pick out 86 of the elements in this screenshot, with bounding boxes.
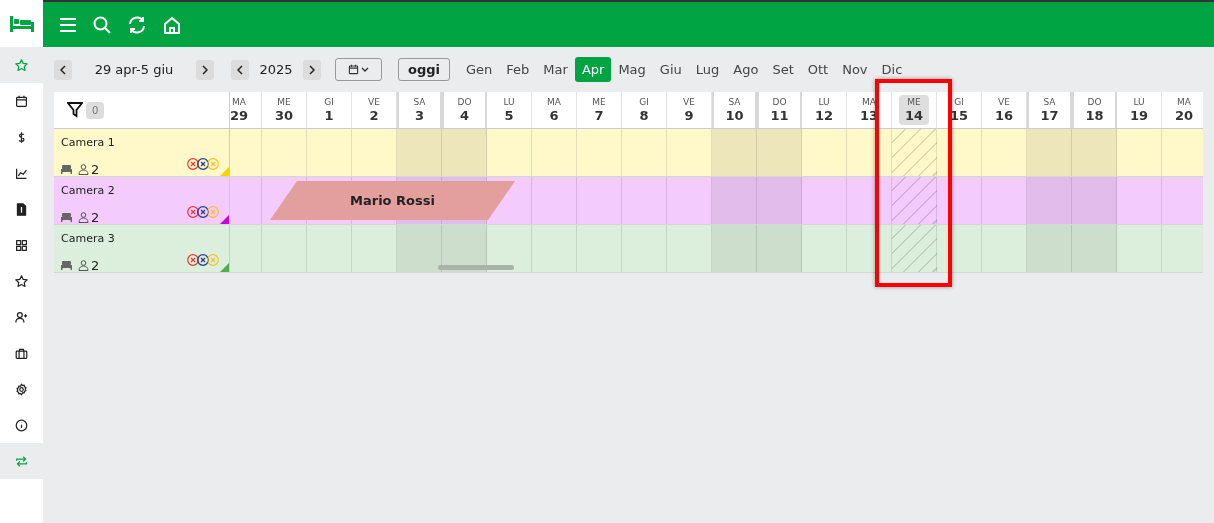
month-tab[interactable]: Ago [726,57,766,82]
day-header[interactable]: VE 9 [683,95,695,125]
chevron-right-icon [309,64,315,75]
today-button[interactable]: oggi [398,58,450,81]
calendar-icon [15,94,28,108]
month-tab[interactable]: Dic [874,57,910,82]
guest-count: 2 [78,159,100,179]
suitcase-icon [15,346,28,360]
bed-icon [61,212,72,222]
room-name: Camera 1 [61,135,116,151]
day-header[interactable]: VE 16 [994,95,1014,125]
chevron-left-icon [237,64,243,75]
cancel-status-icon [187,158,199,170]
day-header[interactable]: GI 8 [639,95,649,125]
refresh-icon[interactable] [127,15,147,34]
month-tab[interactable]: Mag [611,57,653,82]
month-tab[interactable]: Ott [800,57,836,82]
day-header[interactable]: SA 10 [725,95,744,125]
chart-icon [15,166,28,180]
cancel-status-icon [207,158,219,170]
day-header[interactable]: LU 19 [1129,95,1149,125]
person-icon [78,259,89,271]
day-header[interactable]: SA 3 [413,95,426,125]
guest-count: 2 [78,255,100,275]
info-icon [15,418,28,432]
month-tab[interactable]: Giu [652,57,689,82]
room-name: Camera 2 [61,183,116,199]
month-tab[interactable]: Set [765,57,801,82]
day-header[interactable]: MA 20 [1174,95,1194,125]
day-header[interactable]: MA 29 [230,95,249,125]
guest-count: 2 [78,207,100,227]
day-header[interactable]: ME 7 [592,95,606,125]
bed-logo-icon [9,15,34,32]
repeat-icon [15,454,28,468]
home-icon[interactable] [163,15,181,34]
day-header[interactable]: DO 4 [457,95,472,125]
calendar-icon [348,64,359,75]
person-icon [78,211,89,223]
filter-count: 0 [86,101,105,119]
grid-icon [15,238,28,252]
year-label: 2025 [258,60,294,79]
day-header[interactable]: DO 18 [1085,95,1104,125]
day-header[interactable]: LU 5 [503,95,515,125]
cancel-status-icon [197,254,209,266]
invoice-icon [15,202,28,216]
day-header[interactable]: ME 14 [898,95,930,125]
next-button[interactable] [303,59,321,80]
cancel-status-icon [197,158,209,170]
next-button[interactable] [196,59,214,80]
user-plus-icon [15,310,28,324]
person-icon [78,163,89,175]
cancel-status-icon [187,254,199,266]
cancel-status-icon [207,206,219,218]
month-tab[interactable]: Lug [688,57,727,82]
star-icon [15,58,28,72]
day-header[interactable]: GI 1 [324,95,334,125]
month-tab[interactable]: Mar [536,57,575,82]
search-icon[interactable] [93,15,111,34]
star-icon [15,274,28,288]
day-header[interactable]: LU 12 [814,95,834,125]
previous-button[interactable] [54,59,72,80]
chevron-left-icon [60,64,66,75]
day-header[interactable]: SA 17 [1040,95,1059,125]
calendar-dropdown[interactable] [335,58,382,81]
month-tab[interactable]: Gen [459,57,500,82]
cancel-status-icon [207,254,219,266]
filter-icon[interactable] [67,102,83,118]
scrollbar-thumb[interactable] [438,265,514,270]
chevron-right-icon [202,64,208,75]
month-tab[interactable]: Nov [835,57,875,82]
day-header[interactable]: ME 30 [274,95,294,125]
day-header[interactable]: GI 15 [949,95,969,125]
day-header[interactable]: MA 6 [547,95,561,125]
previous-button[interactable] [231,59,249,80]
cancel-status-icon [197,206,209,218]
bed-icon [61,260,72,270]
day-header[interactable]: DO 11 [770,95,789,125]
room-name: Camera 3 [61,231,116,247]
settings-icon [15,382,28,396]
date-range-label: 29 apr-5 giu [93,60,175,79]
day-header[interactable]: VE 2 [368,95,380,125]
cancel-status-icon [187,206,199,218]
month-tab[interactable]: Feb [499,57,537,82]
bed-icon [61,164,72,174]
caret-icon [361,67,369,72]
menu-icon[interactable] [59,17,77,32]
